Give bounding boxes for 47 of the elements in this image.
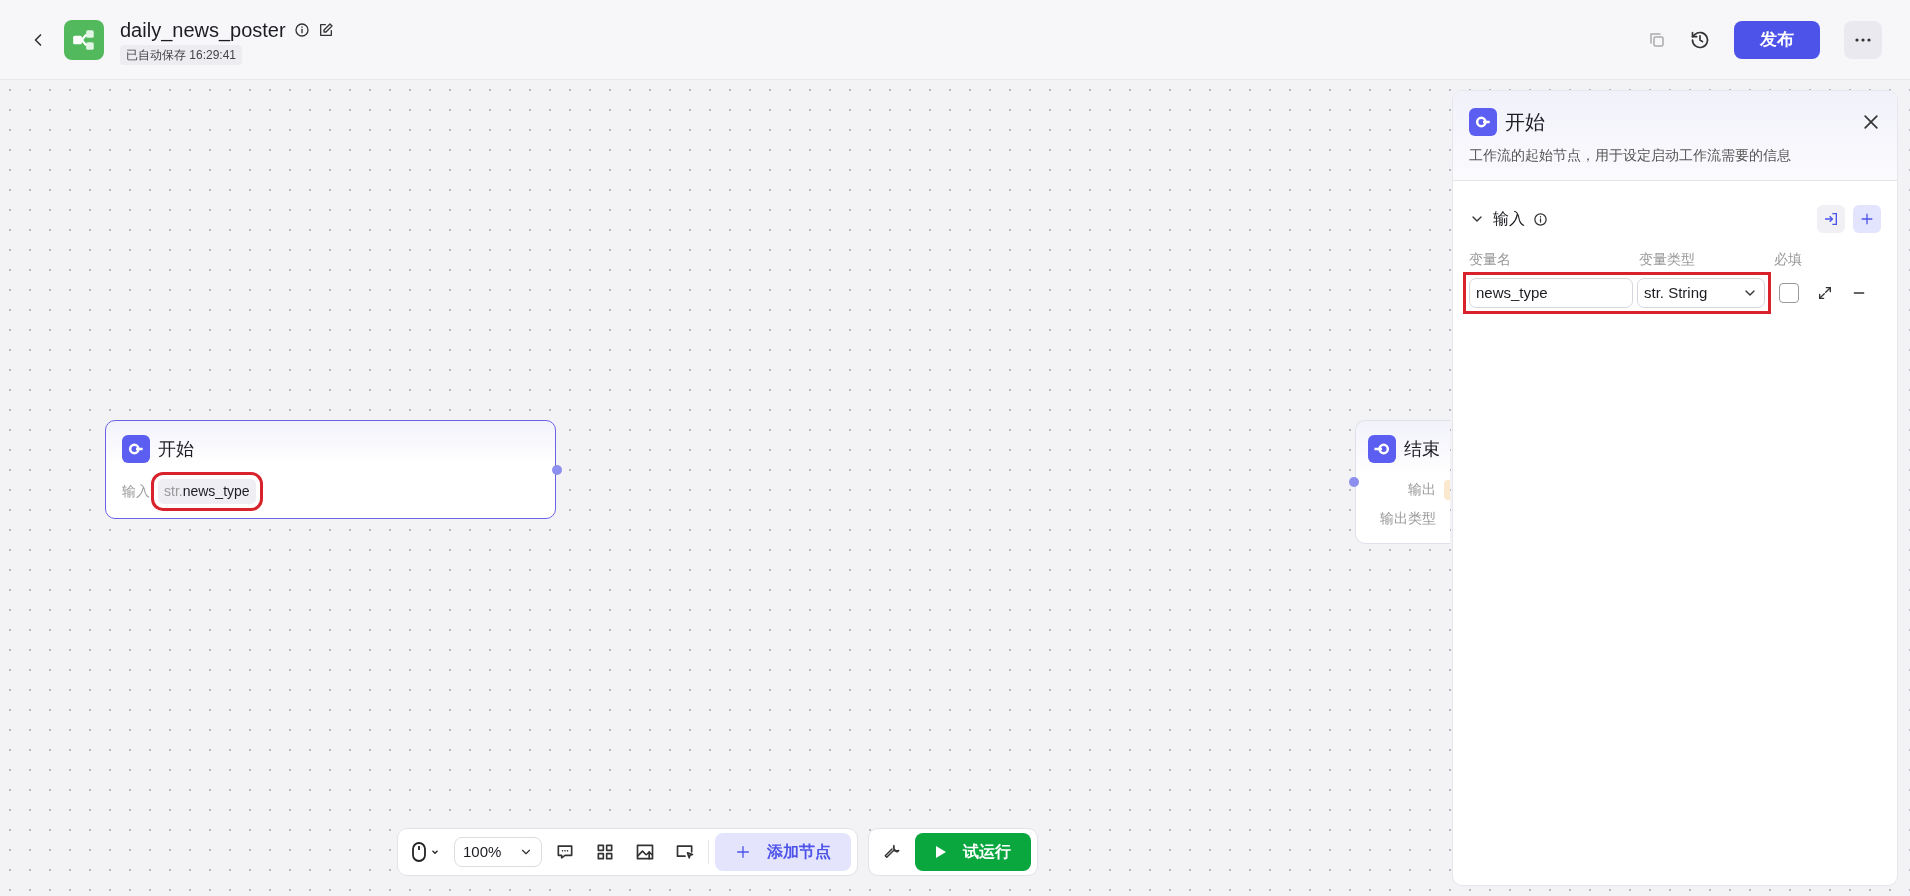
history-icon[interactable] (1690, 29, 1710, 50)
workflow-title: daily_news_poster (120, 17, 286, 44)
field-label: 输出 (1407, 480, 1436, 499)
close-icon[interactable] (1861, 112, 1881, 132)
play-icon (935, 845, 947, 859)
info-icon[interactable] (1533, 211, 1548, 227)
expand-icon[interactable] (1817, 285, 1833, 301)
panel-description: 工作流的起始节点，用于设定启动工作流需要的信息 (1469, 146, 1792, 165)
plus-icon (1859, 211, 1875, 227)
import-icon (1823, 211, 1839, 227)
column-header: 必填 (1774, 250, 1803, 269)
add-node-button[interactable]: 添加节点 (715, 833, 851, 871)
workflow-node[interactable]: 结束 输出 输出类型 (1355, 420, 1450, 544)
autosave-status: 已自动保存 16:29:41 (120, 44, 243, 65)
workflow-node[interactable]: 开始 输入 str.news_type (105, 420, 556, 519)
image-upload-icon[interactable] (635, 842, 655, 862)
screen-pointer-icon[interactable] (675, 842, 695, 862)
node-title: 开始 (158, 437, 194, 461)
connection-port[interactable] (1349, 477, 1359, 487)
start-node-icon (1469, 108, 1497, 136)
field-label: 输入 (122, 482, 150, 501)
info-icon[interactable] (293, 21, 310, 38)
column-header: 变量名 (1469, 250, 1512, 269)
section-title: 输入 (1493, 209, 1525, 229)
output-tag (1444, 479, 1450, 500)
mouse-icon (412, 842, 426, 862)
wrench-icon[interactable] (883, 843, 901, 861)
name-input[interactable]: news_type (1469, 278, 1633, 308)
node-title: 结束 (1404, 437, 1440, 461)
app-logo (64, 19, 104, 60)
panel-title: 开始 (1505, 110, 1545, 135)
required-checkbox[interactable] (1779, 283, 1799, 303)
start-node-icon (122, 435, 150, 463)
edit-icon[interactable] (317, 21, 334, 38)
type-select[interactable]: str. String (1637, 278, 1765, 308)
plus-icon (735, 844, 751, 860)
end-node-icon (1368, 435, 1396, 463)
column-header: 变量类型 (1639, 250, 1696, 269)
grid-icon[interactable] (595, 842, 615, 862)
zoom-select[interactable]: 100% (454, 837, 542, 867)
more-icon (1854, 36, 1872, 43)
import-button[interactable] (1817, 205, 1845, 233)
add-button[interactable] (1853, 205, 1881, 233)
field-label: 输出类型 (1379, 509, 1436, 528)
publish-button[interactable]: 发布 (1734, 20, 1820, 59)
connection-port[interactable] (552, 464, 562, 475)
comment-icon[interactable] (555, 842, 575, 862)
